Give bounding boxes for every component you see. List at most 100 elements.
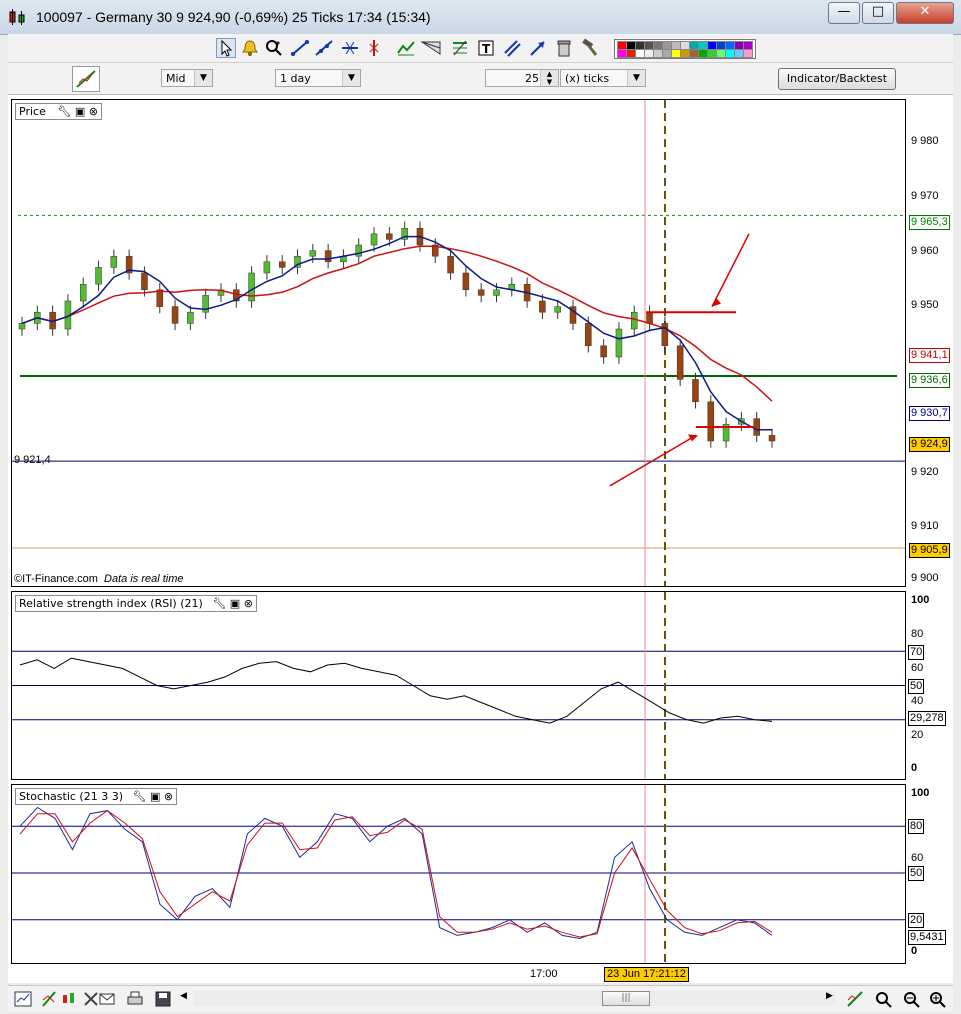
color-palette[interactable] [614,39,756,59]
close-button[interactable]: ✕ [896,2,954,24]
channel-icon[interactable] [450,38,470,58]
rsi-level-box: 70 [908,645,925,660]
price-tick: 9 910 [911,520,939,532]
stochastic-panel[interactable]: Stochastic (21 3 3) 🔧︎ ▣ ⊗ [11,784,906,964]
fibonacci-icon[interactable] [396,38,416,58]
candle-body [156,289,164,307]
rsi-panel[interactable]: Relative strength index (RSI) (21) 🔧︎ ▣ … [11,591,906,780]
price-chart [12,100,905,586]
chevron-down-icon: ▼ [627,70,645,86]
trendline-icon[interactable] [314,38,334,58]
ticks-stepper[interactable]: 25 ▲ ▼ [485,69,559,87]
price-tick: 9 900 [911,572,939,584]
scroll-left-icon[interactable]: ◀ [180,991,187,1001]
wrench-icon[interactable]: 🔧︎ [133,790,147,803]
price-tick: 9 980 [911,135,939,147]
cursor-time-label: 23 Jun 17:21:12 [604,967,689,982]
rsi-tick: 40 [911,695,924,707]
period-select[interactable]: 1 day ▼ [275,69,361,87]
ticks-unit-select[interactable]: (x) ticks ▼ [560,69,646,87]
stepper-arrows-icon[interactable]: ▲ ▼ [540,70,558,86]
vertical-line-icon[interactable] [364,38,384,58]
chart-settings-icon[interactable] [72,66,100,92]
scroll-thumb[interactable]: ||| [602,991,650,1006]
stochastic-chart [12,785,905,963]
price-panel[interactable]: Price 🔧︎ ▣ ⊗ 9 921,4 ©IT-Finance.com Dat… [11,99,906,587]
horizontal-scrollbar[interactable]: ||| [194,991,836,1006]
maximize-button[interactable]: □ [862,2,894,24]
chart-settings-bar: Mid ▼ 1 day ▼ 25 ▲ ▼ (x) ticks ▼ Indicator/Ba… [8,63,953,95]
annotation-arrowhead-upper [712,297,721,307]
window-title: 100097 - Germany 30 9 924,90 (-0,69%) 25… [36,9,431,25]
candle-body [263,261,271,274]
mail-icon[interactable] [98,990,116,1008]
color-swatch[interactable] [743,49,753,58]
rsi-tick: 80 [911,628,924,640]
candle-body [95,267,102,285]
minimize-button[interactable]: — [828,2,860,24]
stoch-tick: 100 [911,787,930,799]
candle-body [661,323,669,347]
save-icon[interactable] [154,990,172,1008]
period-value: 1 day [280,72,311,85]
zoom-out-icon[interactable] [902,990,920,1008]
candle-body [676,345,684,380]
stochastic-line [19,809,773,938]
stoch-level-box: 20 [908,913,925,928]
stochastic-panel-header: Stochastic (21 3 3) 🔧︎ ▣ ⊗ [15,788,178,805]
zoom-in-icon[interactable] [928,990,946,1008]
candle-body [493,289,500,296]
candle-body [600,345,607,358]
price-type-select[interactable]: Mid ▼ [161,69,213,87]
zoom-fit-icon[interactable] [874,990,892,1008]
cursor-icon[interactable] [216,38,236,58]
indicator-backtest-button[interactable]: Indicator/Backtest [778,68,896,90]
trash-icon[interactable] [554,38,574,58]
level-label-green-line: 9 936,6 [909,373,950,388]
drawing-toolbar: T [8,34,953,63]
close-icon[interactable]: ⊗ [244,597,253,610]
hammer-icon[interactable] [580,38,600,58]
wrench-icon[interactable]: 🔧︎ [57,105,71,118]
text-icon[interactable]: T [476,38,496,58]
realtime-note: Data is real time [104,573,184,585]
stochastic-panel-title: Stochastic (21 3 3) [19,790,124,803]
parallel-icon[interactable] [502,38,522,58]
candle-body [187,311,194,324]
window-icon[interactable]: ▣ [150,790,160,803]
close-icon[interactable]: ⊗ [164,790,173,803]
price-tick: 9 920 [911,466,939,478]
candle-body [462,272,470,291]
price-type-value: Mid [166,72,186,85]
bottom-toolbar: ◀ ||| ▶ [8,985,953,1012]
indicator-icon[interactable] [40,990,58,1008]
price-panel-header: Price 🔧︎ ▣ ⊗ [15,103,102,120]
app-candles-icon [8,8,28,26]
scroll-right-icon[interactable]: ▶ [826,991,833,1001]
candle-body [79,283,87,302]
fan-icon[interactable] [420,38,441,58]
zoom-icon[interactable] [264,38,284,58]
auto-scale-icon[interactable] [846,990,864,1008]
chart-window-icon[interactable] [14,990,32,1008]
candles-icon[interactable] [60,990,78,1008]
level-label-bottom: 9 905,9 [909,543,950,558]
candle-body [692,379,699,403]
candle-body [646,311,653,324]
window-icon[interactable]: ▣ [230,597,240,610]
rsi-line [19,657,773,724]
candle-body [585,323,592,347]
print-icon[interactable] [126,990,144,1008]
copyright-text: ©IT-Finance.com Data is real time [14,573,184,585]
title-bar: 100097 - Germany 30 9 924,90 (-0,69%) 25… [0,0,961,35]
line-icon[interactable] [290,38,310,58]
candle-body [141,272,148,291]
window-icon[interactable]: ▣ [75,105,85,118]
wrench-icon[interactable]: 🔧︎ [212,597,226,610]
candle-body [554,306,561,313]
close-icon[interactable]: ⊗ [89,105,98,118]
bell-icon[interactable] [240,38,260,58]
horizontal-line-icon[interactable] [340,38,360,58]
arrow-icon[interactable] [528,38,548,58]
ticks-unit-value: (x) ticks [565,72,610,85]
